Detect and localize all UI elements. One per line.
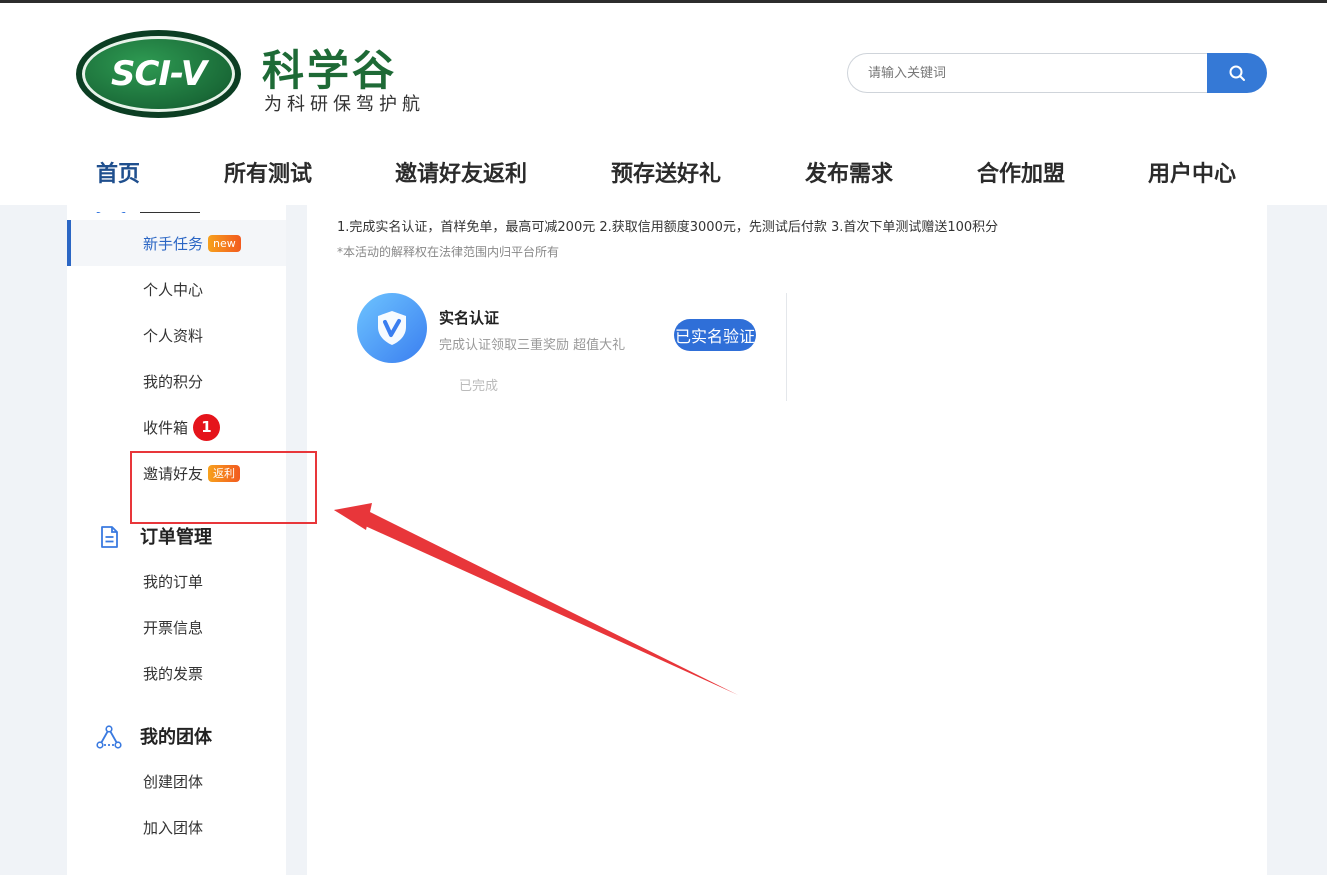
nav-all-tests[interactable]: 所有测试: [224, 156, 312, 188]
sidebar-item-my-orders[interactable]: 我的订单: [67, 558, 286, 604]
sidebar-item-inbox[interactable]: 收件箱 1: [67, 404, 286, 450]
nav-invite-rebate[interactable]: 邀请好友返利: [395, 156, 527, 188]
user-icon: [96, 211, 200, 213]
verified-shield-icon: [357, 293, 427, 363]
disclaimer-text: *本活动的解释权在法律范围内归平台所有: [337, 245, 560, 259]
section-title: 订单管理: [140, 527, 212, 548]
new-badge: new: [208, 234, 241, 252]
network-icon: [96, 725, 122, 749]
benefits-text: 1.完成实名认证，首样免单，最高可减200元 2.获取信用额度3000元，先测试…: [337, 220, 999, 235]
sidebar-item-label: 我的发票: [143, 664, 204, 683]
annotation-highlight-box: [130, 451, 317, 524]
sidebar-item-my-invoices[interactable]: 我的发票: [67, 650, 286, 696]
unread-count-badge: 1: [193, 413, 221, 441]
task-card-real-name: 实名认证 完成认证领取三重奖励 超值大礼 已实名验证 已完成: [337, 293, 787, 401]
cut-off-section-header: [67, 205, 286, 213]
sidebar: 新手任务 new 个人中心 个人资料 我的积分 收件箱 1 邀请好友 返利 订单…: [67, 205, 286, 875]
order-management-header: 订单管理: [67, 520, 286, 552]
logo-text: SCI-V: [110, 54, 207, 94]
sidebar-item-create-team[interactable]: 创建团体: [67, 758, 286, 804]
task-title: 实名认证: [439, 309, 500, 327]
sidebar-item-label: 个人资料: [143, 326, 204, 345]
search-input[interactable]: [847, 53, 1208, 93]
nav-home[interactable]: 首页: [96, 156, 140, 188]
site-header: SCI-V 科学谷 为科研保驾护航 首页 所有测试 邀请好友返利 预存送好礼 发…: [0, 3, 1327, 205]
document-icon: [101, 526, 118, 548]
sidebar-item-label: 我的订单: [143, 572, 204, 591]
verified-button[interactable]: 已实名验证: [674, 319, 756, 351]
sidebar-item-label: 创建团体: [143, 772, 204, 791]
cut-off-text-line: [337, 205, 837, 210]
sidebar-item-label: 新手任务: [143, 234, 204, 253]
task-status: 已完成: [459, 379, 499, 394]
task-subtitle: 完成认证领取三重奖励 超值大礼: [439, 338, 626, 353]
sci-v-logo[interactable]: SCI-V: [76, 30, 241, 118]
brand-title: 科学谷: [262, 46, 398, 95]
search-icon: [1229, 65, 1245, 81]
sidebar-item-newbie-tasks[interactable]: 新手任务 new: [67, 220, 286, 266]
search-button[interactable]: [1207, 53, 1267, 93]
sidebar-item-label: 我的积分: [143, 372, 204, 391]
nav-partnership[interactable]: 合作加盟: [977, 156, 1065, 188]
section-title: 我的团体: [140, 727, 212, 748]
sidebar-item-label: 加入团体: [143, 818, 204, 837]
active-indicator: [67, 220, 71, 266]
sidebar-item-personal-center[interactable]: 个人中心: [67, 266, 286, 312]
brand-slogan: 为科研保驾护航: [264, 94, 425, 115]
nav-prepay-gifts[interactable]: 预存送好礼: [611, 156, 721, 188]
sidebar-item-join-team[interactable]: 加入团体: [67, 804, 286, 850]
nav-user-center[interactable]: 用户中心: [1148, 156, 1236, 188]
sidebar-item-invoice-info[interactable]: 开票信息: [67, 604, 286, 650]
sidebar-item-label: 个人中心: [143, 280, 204, 299]
sidebar-item-label: 收件箱: [143, 418, 189, 437]
sidebar-item-label: 开票信息: [143, 618, 204, 637]
sidebar-item-points[interactable]: 我的积分: [67, 358, 286, 404]
sidebar-item-profile[interactable]: 个人资料: [67, 312, 286, 358]
main-content: 1.完成实名认证，首样免单，最高可减200元 2.获取信用额度3000元，先测试…: [307, 205, 1267, 875]
my-team-header: 我的团体: [67, 720, 286, 752]
nav-post-request[interactable]: 发布需求: [805, 156, 893, 188]
